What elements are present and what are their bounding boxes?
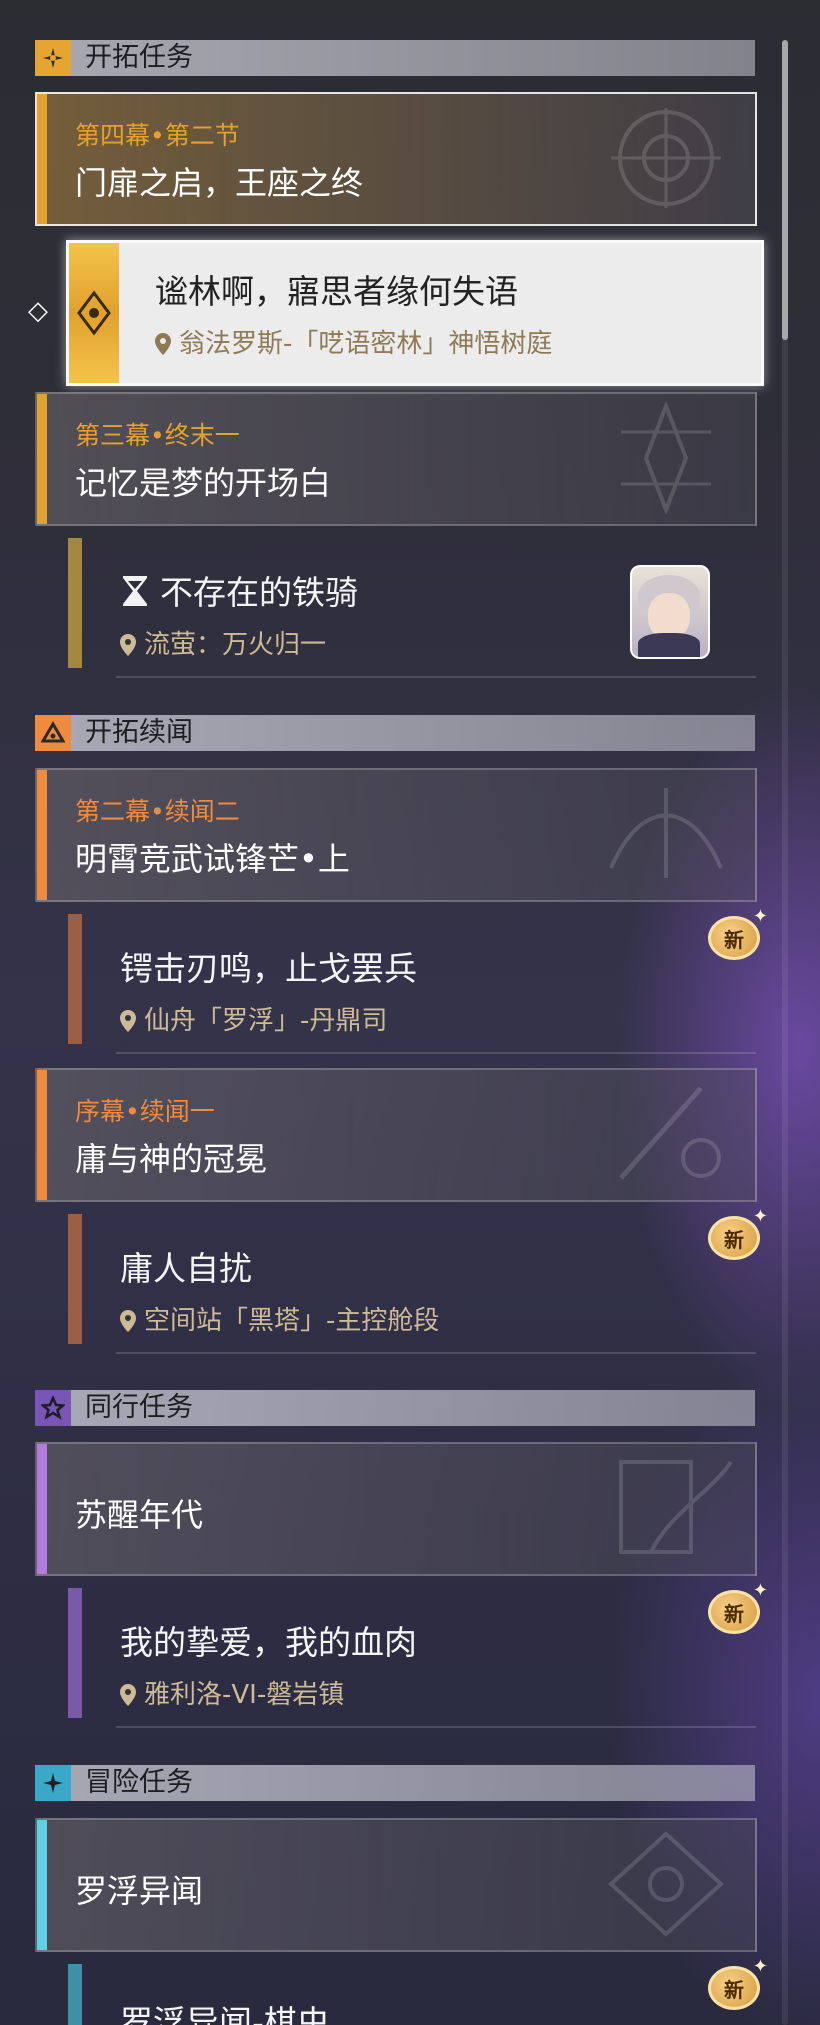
section-title: 冒险任务 [85,1767,193,1798]
section-title: 开拓续闻 [85,717,193,748]
scrollbar-thumb[interactable] [782,40,788,340]
quest-location: 流萤：万火归一 [120,624,326,661]
chapter-emblem-icon [621,402,711,514]
quest-name: 我的挚爱，我的血肉 [120,1623,417,1662]
chapter-accent-bar [37,394,47,524]
new-badge: 新 ✦ [708,906,768,964]
quest-item[interactable]: 罗浮异闻-棋虫 [68,1964,756,2025]
quest-item-selected[interactable]: 谧林啊，寤思者缘何失语 翁法罗斯-「呓语密林」神悟树庭 [66,240,764,386]
adventure-diamond-icon [35,1765,71,1801]
quest-location: 雅利洛-VI-磐岩镇 [120,1674,344,1711]
section-header-companion: 同行任务 [35,1390,755,1426]
location-pin-icon [120,1684,136,1706]
quest-item[interactable]: 锷击刃鸣，止戈罢兵 仙舟「罗浮」-丹鼎司 [68,914,756,1054]
continuance-icon [35,715,71,751]
new-badge: 新 ✦ [708,1206,768,1264]
location-pin-icon [120,1310,136,1332]
sparkle-icon: ✦ [752,906,768,927]
sparkle-icon: ✦ [752,1956,768,1977]
chapter-accent-bar [37,94,47,224]
chapter-accent-bar [37,1444,47,1574]
chapter-title: 罗浮异闻 [75,1872,204,1910]
hourglass-icon [123,576,147,606]
quest-item[interactable]: 我的挚爱，我的血肉 雅利洛-VI-磐岩镇 [68,1588,756,1728]
chapter-card[interactable]: 第四幕•第二节 门扉之启，王座之终 [35,92,757,226]
trailblaze-icon [35,40,71,76]
quest-type-badge [69,243,119,383]
section-header-trailblaze: 开拓任务 [35,40,755,76]
chapter-title: 庸与神的冠冕 [75,1140,268,1178]
chapter-emblem-icon [611,108,721,208]
chapter-subtitle: 第三幕•终末一 [75,421,240,450]
divider [116,1052,756,1054]
divider [116,1726,756,1728]
chapter-card[interactable]: 罗浮异闻 [35,1818,757,1952]
chapter-accent-bar [37,1070,47,1200]
section-title: 开拓任务 [85,42,193,73]
location-pin-icon [155,333,171,355]
quest-name: 不存在的铁骑 [120,566,358,614]
quest-name: 罗浮异闻-棋虫 [120,2003,330,2025]
quest-name: 锷击刃鸣，止戈罢兵 [120,949,417,988]
quest-location: 空间站「黑塔」-主控舱段 [120,1300,439,1337]
chapter-emblem-icon [619,1086,721,1180]
chapter-subtitle: 序幕•续闻一 [75,1097,215,1126]
section-title: 同行任务 [85,1392,193,1423]
quest-accent-bar [68,1214,82,1344]
chapter-card[interactable]: 苏醒年代 [35,1442,757,1576]
quest-location: 仙舟「罗浮」-丹鼎司 [120,1000,387,1037]
chapter-accent-bar [37,770,47,900]
quest-accent-bar [68,914,82,1044]
quest-accent-bar [68,1588,82,1718]
chapter-title: 记忆是梦的开场白 [75,464,332,502]
sparkle-icon: ✦ [752,1206,768,1227]
companion-star-icon [35,1390,71,1426]
location-pin-icon [120,1010,136,1032]
chapter-accent-bar [37,1820,47,1950]
chapter-emblem-icon [619,1460,733,1554]
chapter-card[interactable]: 第三幕•终末一 记忆是梦的开场白 [35,392,757,526]
location-pin-icon [120,634,136,656]
divider [116,676,756,678]
quest-item[interactable]: 庸人自扰 空间站「黑塔」-主控舱段 [68,1214,756,1354]
chapter-subtitle: 第二幕•续闻二 [75,797,240,826]
new-badge: 新 ✦ [708,1580,768,1638]
quest-accent-bar [68,1964,82,2025]
divider [116,1352,756,1354]
character-avatar[interactable] [630,565,710,659]
chapter-card[interactable]: 序幕•续闻一 庸与神的冠冕 [35,1068,757,1202]
quest-location: 翁法罗斯-「呓语密林」神悟树庭 [155,323,552,360]
section-header-continuance: 开拓续闻 [35,715,755,751]
selection-pointer-icon: ◇ [28,296,48,326]
quest-name: 谧林啊，寤思者缘何失语 [155,272,518,311]
sparkle-icon: ✦ [752,1580,768,1601]
chapter-emblem-icon [609,788,723,878]
chapter-title: 门扉之启，王座之终 [75,164,364,202]
section-header-adventure: 冒险任务 [35,1765,755,1801]
quest-accent-bar [68,538,82,668]
chapter-title: 明霄竞武试锋芒•上 [75,840,350,878]
chapter-card[interactable]: 第二幕•续闻二 明霄竞武试锋芒•上 [35,768,757,902]
chapter-title: 苏醒年代 [75,1496,204,1534]
new-badge: 新 ✦ [708,1956,768,2014]
chapter-emblem-icon [608,1831,724,1937]
quest-name: 庸人自扰 [120,1249,252,1288]
chapter-subtitle: 第四幕•第二节 [75,121,240,150]
